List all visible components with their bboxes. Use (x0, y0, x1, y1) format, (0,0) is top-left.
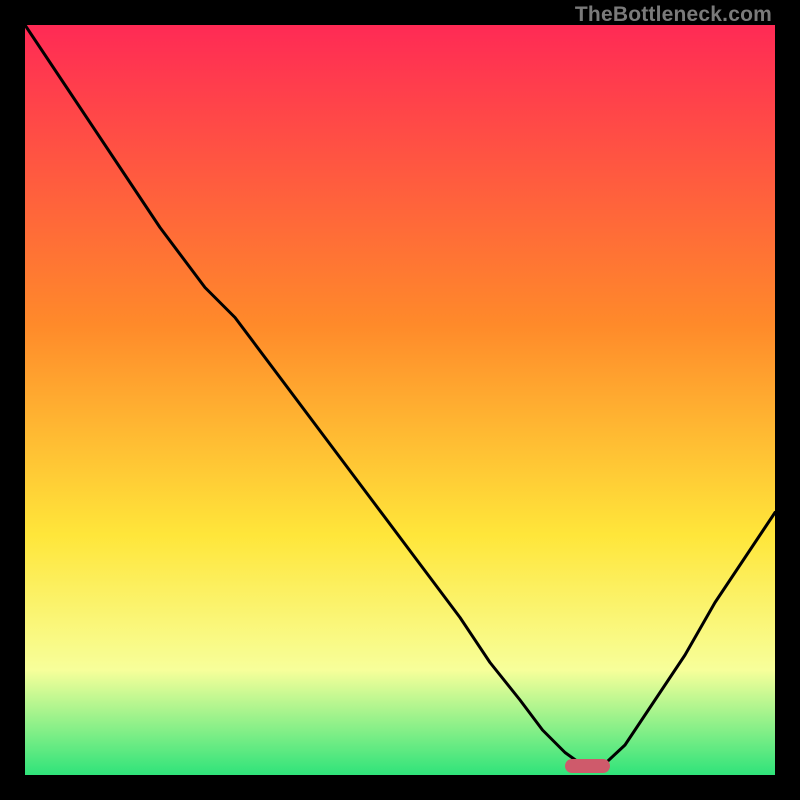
chart-frame (25, 25, 775, 775)
watermark-text: TheBottleneck.com (575, 3, 772, 27)
gradient-fill (25, 25, 775, 775)
optimal-marker (565, 759, 610, 773)
bottleneck-chart (25, 25, 775, 775)
